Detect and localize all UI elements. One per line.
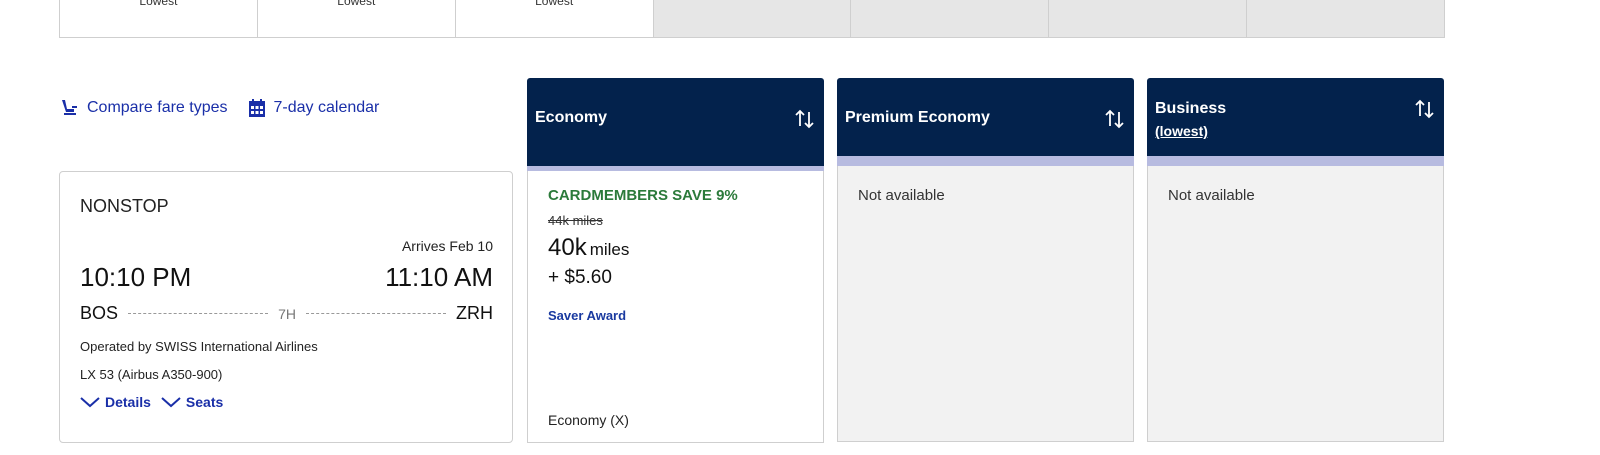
economy-header[interactable]: Economy xyxy=(527,78,824,166)
date-cell-label: Lowest xyxy=(535,0,574,8)
chevron-down-icon xyxy=(161,397,181,408)
date-cell-label: Lowest xyxy=(337,0,376,8)
date-cell xyxy=(1049,0,1248,37)
premium-economy-column: Premium Economy Not available xyxy=(837,78,1134,442)
promo-badge: CARDMEMBERS SAVE 9% xyxy=(548,187,738,204)
date-cell-label: Lowest xyxy=(139,0,178,8)
date-strip: Lowest Lowest Lowest xyxy=(59,0,1445,38)
calendar-label: 7-day calendar xyxy=(273,99,380,116)
business-title: Business xyxy=(1155,100,1227,117)
calendar-icon xyxy=(248,99,265,117)
business-header[interactable]: Business (lowest) xyxy=(1147,78,1444,156)
economy-title: Economy xyxy=(535,109,608,126)
seats-label: Seats xyxy=(185,394,224,410)
date-cell[interactable]: Lowest xyxy=(60,0,258,37)
business-column: Business (lowest) Not available xyxy=(1147,78,1444,442)
seats-toggle[interactable]: Seats xyxy=(161,394,223,410)
fare-tools: Compare fare types 7-day calendar xyxy=(59,98,399,118)
saver-award-link[interactable]: Saver Award xyxy=(548,308,626,323)
flight-toggles: Details Seats xyxy=(80,394,233,410)
date-cell xyxy=(851,0,1050,37)
flight-number: LX 53 (Airbus A350-900) xyxy=(80,367,223,382)
date-cell xyxy=(653,0,852,37)
arrival-time: 11:10 AM xyxy=(385,262,493,292)
seat-icon xyxy=(62,100,77,115)
miles-amount: 40k xyxy=(548,234,587,261)
compare-fare-types-link[interactable]: Compare fare types xyxy=(59,98,228,118)
duration: 7H xyxy=(278,305,296,322)
date-cell[interactable]: Lowest xyxy=(455,0,654,37)
economy-column: Economy CARDMEMBERS SAVE 9% 44k miles 40… xyxy=(527,78,824,443)
business-band xyxy=(1147,156,1444,166)
cabin-class: Economy (X) xyxy=(548,412,629,428)
flight-card: NONSTOP Arrives Feb 10 10:10 PM 11:10 AM… xyxy=(59,171,513,443)
route-row: BOS 7H ZRH xyxy=(80,303,493,324)
departure-time: 10:10 PM xyxy=(80,262,192,292)
sort-icon[interactable] xyxy=(1414,98,1436,120)
business-subtitle: (lowest) xyxy=(1155,123,1208,139)
route-line xyxy=(305,313,447,314)
business-fare-cell: Not available xyxy=(1147,166,1444,442)
availability-status: Not available xyxy=(1168,187,1255,204)
destination-code: ZRH xyxy=(456,303,494,323)
date-cell[interactable]: Lowest xyxy=(257,0,456,37)
route-line xyxy=(128,313,269,314)
origin-code: BOS xyxy=(80,303,119,323)
miles-price: 40k miles xyxy=(548,234,629,262)
compare-fare-types-label: Compare fare types xyxy=(87,99,228,116)
stops-label: NONSTOP xyxy=(80,196,169,216)
premium-economy-title: Premium Economy xyxy=(845,109,990,126)
economy-fare-cell[interactable]: CARDMEMBERS SAVE 9% 44k miles 40k miles +… xyxy=(527,171,824,443)
original-price: 44k miles xyxy=(548,213,603,228)
sort-icon[interactable] xyxy=(794,108,816,130)
details-label: Details xyxy=(105,394,151,410)
chevron-down-icon xyxy=(80,397,100,408)
date-cell xyxy=(1247,0,1445,37)
miles-unit: miles xyxy=(589,240,630,259)
operating-airline: Operated by SWISS International Airlines xyxy=(80,339,318,354)
details-toggle[interactable]: Details xyxy=(80,394,151,410)
availability-status: Not available xyxy=(858,187,945,204)
premium-economy-header[interactable]: Premium Economy xyxy=(837,78,1134,156)
arrival-date: Arrives Feb 10 xyxy=(401,238,493,254)
calendar-link[interactable]: 7-day calendar xyxy=(248,98,380,118)
premium-economy-fare-cell: Not available xyxy=(837,166,1134,442)
premium-economy-band xyxy=(837,156,1134,166)
sort-icon[interactable] xyxy=(1104,108,1126,130)
cash-fee: + $5.60 xyxy=(548,267,612,288)
